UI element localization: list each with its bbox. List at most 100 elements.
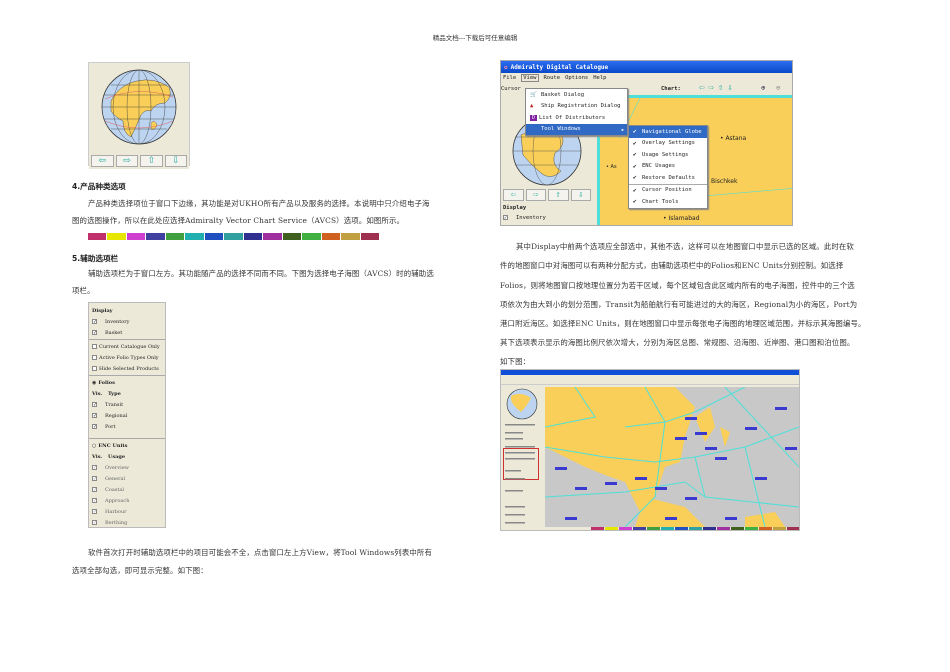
- enc-usage-item[interactable]: ✓ Approach: [89, 495, 165, 506]
- display-item-inventory[interactable]: ✓ Inventory: [89, 316, 165, 327]
- product-tab[interactable]: [689, 527, 702, 530]
- product-tab[interactable]: [243, 233, 263, 240]
- filter-hide-selected[interactable]: Hide Selected Products: [89, 363, 165, 374]
- product-tab[interactable]: [731, 527, 744, 530]
- product-tab[interactable]: [165, 233, 185, 240]
- menu-item-basket-dialog[interactable]: 🛒 Basket Dialog: [526, 89, 627, 101]
- checkbox-icon[interactable]: [92, 355, 97, 360]
- product-tab[interactable]: [146, 233, 165, 240]
- folios-radio[interactable]: ◉ Folios: [89, 377, 165, 388]
- chart-nav-arrows-icon[interactable]: ⇦⇨⇧⇩: [699, 83, 737, 93]
- product-tab[interactable]: [717, 527, 730, 530]
- product-tab[interactable]: [263, 233, 282, 240]
- product-tab[interactable]: [302, 233, 321, 240]
- product-tab[interactable]: [661, 527, 674, 530]
- arrow-up-icon[interactable]: ⇧: [140, 155, 163, 167]
- menu-view[interactable]: View: [521, 74, 539, 82]
- arrow-right-icon[interactable]: ⇨: [115, 155, 138, 167]
- product-tab[interactable]: [321, 233, 341, 240]
- folio-transit[interactable]: ✓ Transit: [89, 399, 165, 410]
- checkbox-checked-icon[interactable]: ✓: [92, 319, 97, 325]
- product-tab[interactable]: [605, 527, 618, 530]
- arrow-left-icon[interactable]: ⇦: [503, 189, 524, 201]
- submenu-item[interactable]: ✔ Chart Tools: [629, 196, 707, 208]
- label: Inventory: [105, 318, 130, 325]
- product-tab[interactable]: [647, 527, 660, 530]
- display-item-inventory[interactable]: ✓ Inventory: [503, 215, 546, 221]
- product-type-bar[interactable]: [591, 527, 799, 530]
- arrow-left-icon[interactable]: ⇦: [91, 155, 114, 167]
- product-tab[interactable]: [619, 527, 632, 530]
- product-tab[interactable]: [282, 233, 302, 240]
- product-tab[interactable]: [773, 527, 786, 530]
- radio-icon[interactable]: ○: [92, 443, 96, 449]
- submenu-item[interactable]: ✔ ENC Usages: [629, 161, 707, 173]
- zoom-in-icon[interactable]: ⊕: [761, 84, 765, 92]
- product-tab[interactable]: [703, 527, 716, 530]
- submenu-item[interactable]: ✔ Usage Settings: [629, 149, 707, 161]
- globe-icon[interactable]: [503, 386, 541, 422]
- product-tab[interactable]: [224, 233, 243, 240]
- arrow-down-icon[interactable]: ⇩: [570, 189, 591, 201]
- checkbox-checked-icon[interactable]: ✓: [92, 413, 97, 419]
- product-tab[interactable]: [360, 233, 380, 240]
- checkbox-checked-icon[interactable]: ✓: [92, 424, 97, 430]
- product-tab[interactable]: [591, 527, 604, 530]
- checkbox-checked-icon[interactable]: ✓: [92, 498, 97, 504]
- arrow-right-icon[interactable]: ⇨: [525, 189, 546, 201]
- product-tab[interactable]: [126, 233, 146, 240]
- label: Cursor Position: [642, 187, 692, 194]
- checkbox-icon[interactable]: [92, 366, 97, 371]
- enc-usage-item[interactable]: ✓ General: [89, 473, 165, 484]
- enc-usage-item[interactable]: ✓ Berthing: [89, 517, 165, 528]
- folio-regional[interactable]: ✓ Regional: [89, 410, 165, 421]
- product-tab[interactable]: [107, 233, 126, 240]
- product-tab[interactable]: [745, 527, 758, 530]
- paragraph-line: 件的地图窗口中对海图可以有两种分配方式，由辅助选项栏中的Folios和ENC U…: [500, 261, 844, 270]
- submenu-item[interactable]: ✔ Restore Defaults: [629, 172, 707, 184]
- checkbox-checked-icon[interactable]: ✓: [503, 215, 508, 221]
- product-tab[interactable]: [787, 527, 799, 530]
- product-tab[interactable]: [675, 527, 688, 530]
- folio-port[interactable]: ✓ Port: [89, 421, 165, 432]
- menu-item-list-distributors[interactable]: D List Of Distributors: [526, 112, 627, 124]
- product-type-bar[interactable]: [88, 233, 380, 240]
- menu-item-ship-registration[interactable]: ▲ Ship Registration Dialog: [526, 101, 627, 113]
- folio-map[interactable]: [545, 387, 799, 527]
- checkbox-checked-icon[interactable]: ✓: [92, 465, 97, 471]
- arrow-down-icon[interactable]: ⇩: [164, 155, 187, 167]
- product-tab[interactable]: [633, 527, 646, 530]
- radio-selected-icon[interactable]: ◉: [92, 380, 96, 386]
- menu-item-tool-windows[interactable]: Tool Windows ▶: [526, 123, 627, 135]
- globe-icon[interactable]: [89, 63, 189, 149]
- checkbox-icon[interactable]: [92, 344, 97, 349]
- checkbox-checked-icon[interactable]: ✓: [92, 476, 97, 482]
- enc-usage-item[interactable]: ✓ Coastal: [89, 484, 165, 495]
- submenu-item[interactable]: ✔ Overlay Settings: [629, 138, 707, 150]
- zoom-out-icon[interactable]: ⊖: [776, 84, 780, 92]
- filter-current-catalogue[interactable]: Current Catalogue Only: [89, 341, 165, 352]
- menu-file[interactable]: File: [503, 75, 516, 81]
- product-tab[interactable]: [204, 233, 224, 240]
- view-menu: 🛒 Basket Dialog ▲ Ship Registration Dialog…: [525, 88, 628, 136]
- enc-usage-item[interactable]: ✓ Overview: [89, 462, 165, 473]
- menu-route[interactable]: Route: [544, 75, 561, 81]
- enc-units-radio[interactable]: ○ ENC Units: [89, 440, 165, 451]
- product-tab[interactable]: [88, 233, 107, 240]
- product-tab[interactable]: [759, 527, 772, 530]
- checkbox-checked-icon[interactable]: ✓: [92, 330, 97, 336]
- checkbox-checked-icon[interactable]: ✓: [92, 402, 97, 408]
- filter-active-folio[interactable]: Active Folio Types Only: [89, 352, 165, 363]
- submenu-item[interactable]: ✔ Navigational Globe: [629, 126, 707, 138]
- checkbox-checked-icon[interactable]: ✓: [92, 487, 97, 493]
- enc-usage-item[interactable]: ✓ Harbour: [89, 506, 165, 517]
- checkbox-checked-icon[interactable]: ✓: [92, 520, 97, 526]
- checkbox-checked-icon[interactable]: ✓: [92, 509, 97, 515]
- menu-help[interactable]: Help: [593, 75, 606, 81]
- menu-options[interactable]: Options: [565, 75, 588, 81]
- product-tab[interactable]: [341, 233, 360, 240]
- arrow-up-icon[interactable]: ⇧: [548, 189, 569, 201]
- display-item-basket[interactable]: ✓ Basket: [89, 327, 165, 338]
- product-tab[interactable]: [185, 233, 204, 240]
- submenu-item[interactable]: ✔ Cursor Position: [629, 185, 707, 197]
